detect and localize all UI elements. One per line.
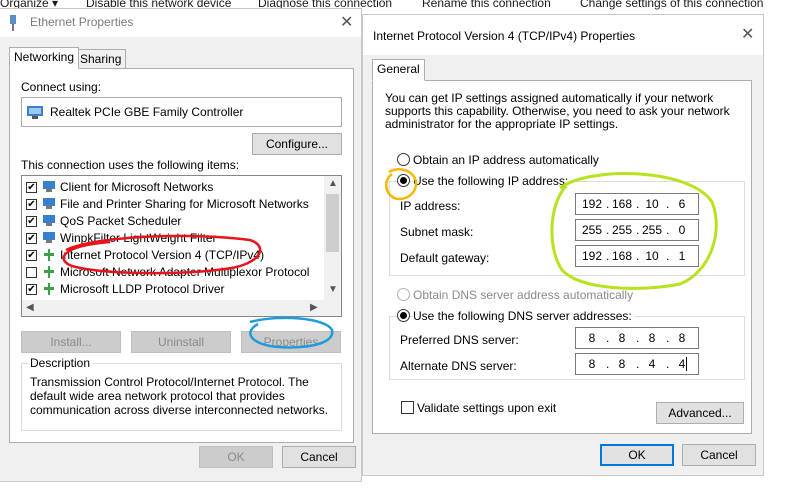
green-highlight-circle [550, 172, 718, 290]
blue-highlight-scribble [249, 316, 334, 349]
yellow-highlight-circle [385, 168, 418, 201]
red-highlight-scribble [62, 234, 262, 275]
tab-general[interactable]: General [372, 59, 425, 81]
tab-networking[interactable]: Networking [9, 47, 80, 69]
